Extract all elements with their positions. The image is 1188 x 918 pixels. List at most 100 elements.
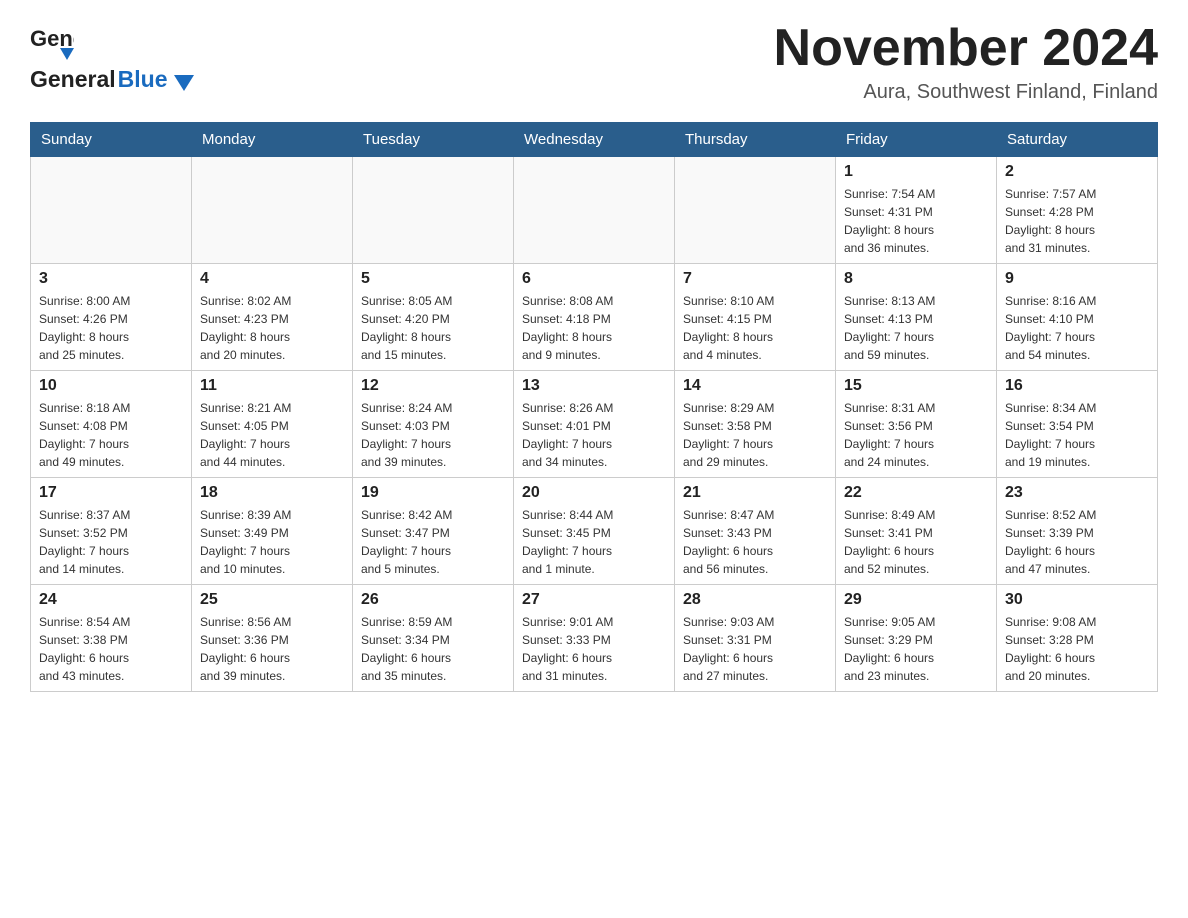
weekday-header-saturday: Saturday (997, 123, 1158, 157)
day-number: 9 (1005, 270, 1149, 288)
month-year-title: November 2024 (774, 20, 1158, 77)
calendar-cell: 11Sunrise: 8:21 AM Sunset: 4:05 PM Dayli… (192, 371, 353, 478)
day-info: Sunrise: 8:49 AM Sunset: 3:41 PM Dayligh… (844, 506, 988, 578)
calendar-cell: 6Sunrise: 8:08 AM Sunset: 4:18 PM Daylig… (514, 264, 675, 371)
calendar-cell: 9 Sunrise: 8:16 AM Sunset: 4:10 PM Daylig… (997, 264, 1158, 371)
calendar-cell: 15Sunrise: 8:31 AM Sunset: 3:56 PM Dayli… (836, 371, 997, 478)
day-info: Sunrise: 8:02 AM Sunset: 4:23 PM Dayligh… (200, 292, 344, 364)
day-number: 27 (522, 591, 666, 609)
day-info: Sunrise: 8:21 AM Sunset: 4:05 PM Dayligh… (200, 399, 344, 471)
calendar-cell: 26 Sunrise: 8:59 AM Sunset: 3:34 PM Dayli… (353, 585, 514, 692)
svg-text:General: General (30, 26, 74, 51)
day-info: Sunrise: 8:37 AM Sunset: 3:52 PM Dayligh… (39, 506, 183, 578)
day-number: 3 (39, 270, 183, 288)
weekday-row: SundayMondayTuesdayWednesdayThursdayFrid… (31, 123, 1158, 157)
day-info: Sunrise: 8:39 AM Sunset: 3:49 PM Dayligh… (200, 506, 344, 578)
day-info: Sunrise: 7:57 AM Sunset: 4:28 PM Dayligh… (1005, 185, 1149, 257)
logo-area: General GeneralBlue (30, 20, 194, 93)
calendar-cell (192, 157, 353, 264)
calendar-cell: 3 Sunrise: 8:00 AM Sunset: 4:26 PM Daylig… (31, 264, 192, 371)
day-number: 19 (361, 484, 505, 502)
calendar-cell: 18 Sunrise: 8:39 AM Sunset: 3:49 PM Dayli… (192, 478, 353, 585)
day-number: 25 (200, 591, 344, 609)
day-number: 23 (1005, 484, 1149, 502)
calendar-cell: 16Sunrise: 8:34 AM Sunset: 3:54 PM Dayli… (997, 371, 1158, 478)
calendar-cell: 22 Sunrise: 8:49 AM Sunset: 3:41 PM Dayli… (836, 478, 997, 585)
calendar-cell (353, 157, 514, 264)
day-info: Sunrise: 8:52 AM Sunset: 3:39 PM Dayligh… (1005, 506, 1149, 578)
day-number: 16 (1005, 377, 1149, 395)
weekday-header-wednesday: Wednesday (514, 123, 675, 157)
calendar-cell: 27Sunrise: 9:01 AM Sunset: 3:33 PM Dayli… (514, 585, 675, 692)
calendar-cell: 23 Sunrise: 8:52 AM Sunset: 3:39 PM Dayli… (997, 478, 1158, 585)
day-number: 13 (522, 377, 666, 395)
day-number: 8 (844, 270, 988, 288)
weekday-header-tuesday: Tuesday (353, 123, 514, 157)
day-number: 30 (1005, 591, 1149, 609)
day-number: 18 (200, 484, 344, 502)
calendar-cell: 7 Sunrise: 8:10 AM Sunset: 4:15 PM Daylig… (675, 264, 836, 371)
calendar-cell: 21Sunrise: 8:47 AM Sunset: 3:43 PM Dayli… (675, 478, 836, 585)
calendar-cell (31, 157, 192, 264)
day-number: 26 (361, 591, 505, 609)
week-row-1: 1 Sunrise: 7:54 AM Sunset: 4:31 PM Daylig… (31, 157, 1158, 264)
week-row-2: 3 Sunrise: 8:00 AM Sunset: 4:26 PM Daylig… (31, 264, 1158, 371)
calendar-cell: 25 Sunrise: 8:56 AM Sunset: 3:36 PM Dayli… (192, 585, 353, 692)
day-number: 28 (683, 591, 827, 609)
calendar-cell (514, 157, 675, 264)
weekday-header-sunday: Sunday (31, 123, 192, 157)
page-header: General GeneralBlue November 2024 Aura, … (30, 20, 1158, 104)
calendar-cell: 14 Sunrise: 8:29 AM Sunset: 3:58 PM Dayli… (675, 371, 836, 478)
day-number: 22 (844, 484, 988, 502)
day-info: Sunrise: 8:59 AM Sunset: 3:34 PM Dayligh… (361, 613, 505, 685)
calendar-cell: 2Sunrise: 7:57 AM Sunset: 4:28 PM Daylig… (997, 157, 1158, 264)
day-number: 1 (844, 163, 988, 181)
day-info: Sunrise: 8:31 AM Sunset: 3:56 PM Dayligh… (844, 399, 988, 471)
day-info: Sunrise: 8:54 AM Sunset: 3:38 PM Dayligh… (39, 613, 183, 685)
week-row-5: 24 Sunrise: 8:54 AM Sunset: 3:38 PM Dayli… (31, 585, 1158, 692)
calendar-cell (675, 157, 836, 264)
day-info: Sunrise: 8:16 AM Sunset: 4:10 PM Dayligh… (1005, 292, 1149, 364)
calendar-cell: 8 Sunrise: 8:13 AM Sunset: 4:13 PM Daylig… (836, 264, 997, 371)
day-number: 4 (200, 270, 344, 288)
logo: General (30, 20, 74, 64)
week-row-3: 10 Sunrise: 8:18 AM Sunset: 4:08 PM Dayli… (31, 371, 1158, 478)
day-info: Sunrise: 8:00 AM Sunset: 4:26 PM Dayligh… (39, 292, 183, 364)
weekday-header-thursday: Thursday (675, 123, 836, 157)
day-number: 7 (683, 270, 827, 288)
calendar-cell: 24 Sunrise: 8:54 AM Sunset: 3:38 PM Dayli… (31, 585, 192, 692)
day-info: Sunrise: 9:08 AM Sunset: 3:28 PM Dayligh… (1005, 613, 1149, 685)
day-info: Sunrise: 8:29 AM Sunset: 3:58 PM Dayligh… (683, 399, 827, 471)
weekday-header-monday: Monday (192, 123, 353, 157)
day-number: 24 (39, 591, 183, 609)
calendar-cell: 19 Sunrise: 8:42 AM Sunset: 3:47 PM Dayli… (353, 478, 514, 585)
title-area: November 2024 Aura, Southwest Finland, F… (774, 20, 1158, 104)
logo-icon: General (30, 20, 74, 64)
day-number: 21 (683, 484, 827, 502)
logo-triangle-icon (174, 75, 194, 91)
calendar-table: SundayMondayTuesdayWednesdayThursdayFrid… (30, 122, 1158, 692)
day-number: 29 (844, 591, 988, 609)
calendar-cell: 10 Sunrise: 8:18 AM Sunset: 4:08 PM Dayli… (31, 371, 192, 478)
day-info: Sunrise: 8:13 AM Sunset: 4:13 PM Dayligh… (844, 292, 988, 364)
day-info: Sunrise: 8:42 AM Sunset: 3:47 PM Dayligh… (361, 506, 505, 578)
calendar-cell: 12 Sunrise: 8:24 AM Sunset: 4:03 PM Dayli… (353, 371, 514, 478)
day-info: Sunrise: 9:05 AM Sunset: 3:29 PM Dayligh… (844, 613, 988, 685)
calendar-cell: 13Sunrise: 8:26 AM Sunset: 4:01 PM Dayli… (514, 371, 675, 478)
logo-blue-text: Blue (118, 66, 168, 92)
calendar-cell: 29 Sunrise: 9:05 AM Sunset: 3:29 PM Dayli… (836, 585, 997, 692)
day-info: Sunrise: 8:44 AM Sunset: 3:45 PM Dayligh… (522, 506, 666, 578)
weekday-header-friday: Friday (836, 123, 997, 157)
day-info: Sunrise: 8:24 AM Sunset: 4:03 PM Dayligh… (361, 399, 505, 471)
day-number: 10 (39, 377, 183, 395)
calendar-cell: 28 Sunrise: 9:03 AM Sunset: 3:31 PM Dayli… (675, 585, 836, 692)
day-info: Sunrise: 9:03 AM Sunset: 3:31 PM Dayligh… (683, 613, 827, 685)
day-number: 5 (361, 270, 505, 288)
day-number: 12 (361, 377, 505, 395)
day-info: Sunrise: 8:10 AM Sunset: 4:15 PM Dayligh… (683, 292, 827, 364)
day-info: Sunrise: 8:56 AM Sunset: 3:36 PM Dayligh… (200, 613, 344, 685)
calendar-cell: 5Sunrise: 8:05 AM Sunset: 4:20 PM Daylig… (353, 264, 514, 371)
day-number: 14 (683, 377, 827, 395)
day-info: Sunrise: 7:54 AM Sunset: 4:31 PM Dayligh… (844, 185, 988, 257)
day-info: Sunrise: 8:18 AM Sunset: 4:08 PM Dayligh… (39, 399, 183, 471)
